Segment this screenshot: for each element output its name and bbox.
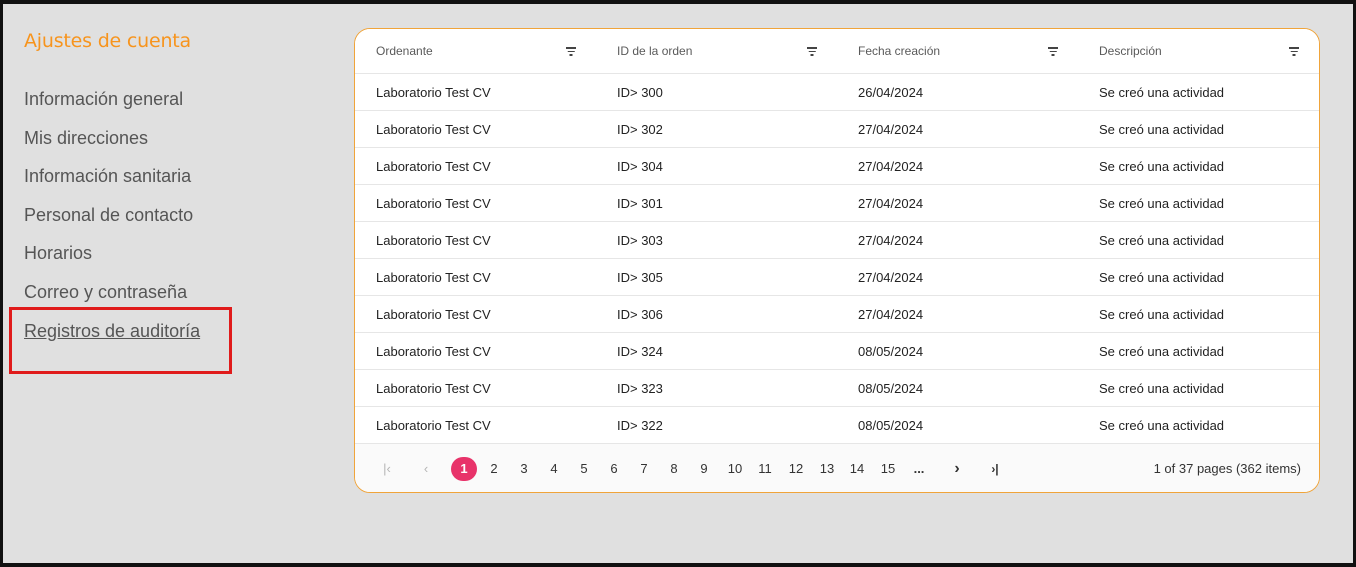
table-row[interactable]: Laboratorio Test CV ID> 303 27/04/2024 S… <box>355 222 1319 259</box>
cell-id-orden: ID> 301 <box>617 196 663 211</box>
cell-id-orden: ID> 322 <box>617 418 663 433</box>
cell-ordenante: Laboratorio Test CV <box>376 381 491 396</box>
page-button[interactable]: 7 <box>632 457 656 481</box>
column-header-fecha-creacion[interactable]: Fecha creación <box>858 29 1078 74</box>
cell-id-orden: ID> 323 <box>617 381 663 396</box>
table-row[interactable]: Laboratorio Test CV ID> 302 27/04/2024 S… <box>355 111 1319 148</box>
cell-ordenante: Laboratorio Test CV <box>376 270 491 285</box>
table-header: Ordenante ID de la orden Fecha creación … <box>355 29 1319 74</box>
table-row[interactable]: Laboratorio Test CV ID> 323 08/05/2024 S… <box>355 370 1319 407</box>
cell-id-orden: ID> 324 <box>617 344 663 359</box>
cell-ordenante: Laboratorio Test CV <box>376 196 491 211</box>
cell-descripcion: Se creó una actividad <box>1099 270 1225 285</box>
table-row[interactable]: Laboratorio Test CV ID> 322 08/05/2024 S… <box>355 407 1319 444</box>
cell-id-orden: ID> 306 <box>617 307 663 322</box>
page-button[interactable]: 4 <box>542 457 566 481</box>
page-button[interactable]: 13 <box>815 457 839 481</box>
cell-ordenante: Laboratorio Test CV <box>376 344 491 359</box>
nav-item-personal-contacto[interactable]: Personal de contacto <box>24 205 193 226</box>
prev-page-button[interactable]: ‹ <box>414 457 438 481</box>
page-button[interactable]: 6 <box>602 457 626 481</box>
cell-descripcion: Se creó una actividad <box>1099 122 1225 137</box>
page-button[interactable]: 2 <box>482 457 506 481</box>
cell-fecha: 27/04/2024 <box>858 159 924 174</box>
cell-fecha: 26/04/2024 <box>858 85 924 100</box>
nav-item-horarios[interactable]: Horarios <box>24 243 92 264</box>
page-button[interactable]: 3 <box>512 457 536 481</box>
nav-item-informacion-general[interactable]: Información general <box>24 89 183 110</box>
cell-fecha: 27/04/2024 <box>858 196 924 211</box>
cell-fecha: 27/04/2024 <box>858 233 924 248</box>
filter-icon[interactable] <box>1289 47 1299 56</box>
table-row[interactable]: Laboratorio Test CV ID> 306 27/04/2024 S… <box>355 296 1319 333</box>
column-header-ordenante[interactable]: Ordenante <box>376 29 596 74</box>
pagination-info: 1 of 37 pages (362 items) <box>1153 461 1301 476</box>
highlight-annotation <box>9 307 232 374</box>
app-frame: Ajustes de cuenta Información general Mi… <box>0 0 1356 567</box>
cell-descripcion: Se creó una actividad <box>1099 307 1225 322</box>
page-button[interactable]: 15 <box>876 457 900 481</box>
cell-ordenante: Laboratorio Test CV <box>376 307 491 322</box>
filter-icon[interactable] <box>1048 47 1058 56</box>
table-row[interactable]: Laboratorio Test CV ID> 324 08/05/2024 S… <box>355 333 1319 370</box>
page-button[interactable]: 12 <box>784 457 808 481</box>
nav-item-correo-contrasena[interactable]: Correo y contraseña <box>24 282 187 303</box>
audit-log-table: Ordenante ID de la orden Fecha creación … <box>354 28 1320 493</box>
table-row[interactable]: Laboratorio Test CV ID> 300 26/04/2024 S… <box>355 74 1319 111</box>
page-button[interactable]: 8 <box>662 457 686 481</box>
cell-fecha: 08/05/2024 <box>858 418 924 433</box>
settings-sidebar: Ajustes de cuenta <box>24 30 254 52</box>
filter-icon[interactable] <box>566 47 576 56</box>
cell-ordenante: Laboratorio Test CV <box>376 233 491 248</box>
cell-fecha: 08/05/2024 <box>858 344 924 359</box>
sidebar-title: Ajustes de cuenta <box>24 30 191 52</box>
nav-item-informacion-sanitaria[interactable]: Información sanitaria <box>24 166 191 187</box>
page-button-current[interactable]: 1 <box>451 457 477 481</box>
table-row[interactable]: Laboratorio Test CV ID> 301 27/04/2024 S… <box>355 185 1319 222</box>
first-page-button[interactable]: |‹ <box>375 457 399 481</box>
cell-descripcion: Se creó una actividad <box>1099 344 1225 359</box>
page-button[interactable]: 11 <box>753 457 777 481</box>
cell-fecha: 08/05/2024 <box>858 381 924 396</box>
last-page-button[interactable]: ›| <box>983 457 1007 481</box>
table-row[interactable]: Laboratorio Test CV ID> 305 27/04/2024 S… <box>355 259 1319 296</box>
cell-descripcion: Se creó una actividad <box>1099 233 1225 248</box>
cell-fecha: 27/04/2024 <box>858 270 924 285</box>
cell-id-orden: ID> 305 <box>617 270 663 285</box>
page-button[interactable]: 9 <box>692 457 716 481</box>
cell-id-orden: ID> 300 <box>617 85 663 100</box>
cell-fecha: 27/04/2024 <box>858 307 924 322</box>
page-button[interactable]: 14 <box>845 457 869 481</box>
pagination: |‹ ‹ 1 2 3 4 5 6 7 8 9 10 11 12 13 14 15… <box>355 444 1319 492</box>
cell-descripcion: Se creó una actividad <box>1099 381 1225 396</box>
cell-descripcion: Se creó una actividad <box>1099 85 1225 100</box>
column-header-id-orden[interactable]: ID de la orden <box>617 29 837 74</box>
cell-ordenante: Laboratorio Test CV <box>376 85 491 100</box>
cell-id-orden: ID> 304 <box>617 159 663 174</box>
cell-ordenante: Laboratorio Test CV <box>376 159 491 174</box>
cell-descripcion: Se creó una actividad <box>1099 418 1225 433</box>
cell-ordenante: Laboratorio Test CV <box>376 418 491 433</box>
table-body: Laboratorio Test CV ID> 300 26/04/2024 S… <box>355 74 1319 444</box>
cell-fecha: 27/04/2024 <box>858 122 924 137</box>
page-button[interactable]: 10 <box>723 457 747 481</box>
cell-id-orden: ID> 302 <box>617 122 663 137</box>
filter-icon[interactable] <box>807 47 817 56</box>
next-page-button[interactable]: › <box>945 457 969 481</box>
more-pages-button[interactable]: ... <box>907 457 931 481</box>
cell-id-orden: ID> 303 <box>617 233 663 248</box>
cell-descripcion: Se creó una actividad <box>1099 159 1225 174</box>
table-row[interactable]: Laboratorio Test CV ID> 304 27/04/2024 S… <box>355 148 1319 185</box>
cell-descripcion: Se creó una actividad <box>1099 196 1225 211</box>
page-button[interactable]: 5 <box>572 457 596 481</box>
cell-ordenante: Laboratorio Test CV <box>376 122 491 137</box>
nav-item-mis-direcciones[interactable]: Mis direcciones <box>24 128 148 149</box>
column-header-descripcion[interactable]: Descripción <box>1099 29 1319 74</box>
